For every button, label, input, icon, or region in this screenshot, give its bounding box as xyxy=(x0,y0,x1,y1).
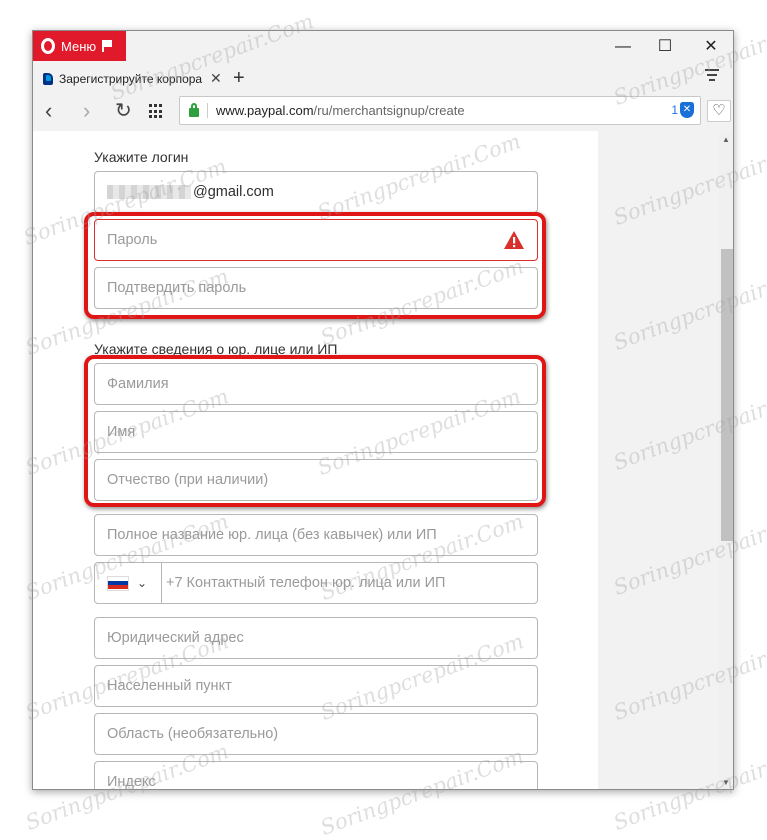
page-content: Укажите логин @gmail.com Пароль Подтверд… xyxy=(33,131,719,789)
scroll-down-arrow[interactable]: ▼ xyxy=(722,778,730,787)
name-highlight-frame xyxy=(84,355,546,507)
lock-icon[interactable] xyxy=(189,103,199,117)
scroll-thumb[interactable] xyxy=(721,249,733,541)
tab-menu-icon[interactable] xyxy=(705,69,719,84)
city-field[interactable]: Населенный пункт xyxy=(94,665,538,707)
scrollbar[interactable]: ▲ ▼ xyxy=(719,131,733,789)
login-label: Укажите логин xyxy=(94,149,189,165)
tab-close-icon[interactable]: ✕ xyxy=(210,70,222,87)
tab-paypal[interactable]: Зарегистрируйте корпора ✕ xyxy=(37,65,227,92)
forward-button[interactable]: › xyxy=(83,99,90,123)
chevron-down-icon: ⌄ xyxy=(137,576,148,590)
blocked-count: 1 xyxy=(671,103,678,117)
url-text[interactable]: www.paypal.com/ru/merchantsignup/create xyxy=(207,103,465,118)
navigation-bar: ‹ › ↻ www.paypal.com/ru/merchantsignup/c… xyxy=(33,92,733,131)
email-field[interactable]: @gmail.com xyxy=(94,171,538,213)
menu-label: Меню xyxy=(61,38,97,54)
back-button[interactable]: ‹ xyxy=(45,99,52,123)
postal-code-field[interactable]: Индекс xyxy=(94,761,538,789)
tab-title: Зарегистрируйте корпора xyxy=(59,71,203,86)
ad-block-shield-icon: ✕ xyxy=(680,102,694,118)
ad-block-badge[interactable]: 1 ✕ xyxy=(671,102,694,118)
company-name-field[interactable]: Полное название юр. лица (без кавычек) и… xyxy=(94,514,538,556)
new-tab-button[interactable]: + xyxy=(233,67,245,90)
scroll-up-arrow[interactable]: ▲ xyxy=(722,135,730,144)
close-window-button[interactable]: ✕ xyxy=(701,37,721,57)
flag-icon xyxy=(102,40,113,52)
minimize-button[interactable]: — xyxy=(613,37,633,57)
right-side-panel xyxy=(598,131,719,789)
phone-field[interactable]: ⌄ +7 Контактный телефон юр. лица или ИП xyxy=(94,562,538,604)
tab-bar: Зарегистрируйте корпора ✕ + xyxy=(33,61,733,92)
email-blurred-username xyxy=(107,185,191,199)
maximize-button[interactable]: ☐ xyxy=(655,37,675,57)
reload-button[interactable]: ↻ xyxy=(115,99,132,123)
russia-flag-icon xyxy=(107,575,129,591)
region-field[interactable]: Область (необязательно) xyxy=(94,713,538,755)
browser-window: Меню — ☐ ✕ Зарегистрируйте корпора ✕ + ‹… xyxy=(32,30,734,790)
country-code-select[interactable]: ⌄ xyxy=(95,563,162,603)
speed-dial-grid-icon[interactable] xyxy=(149,104,164,119)
opera-menu-button[interactable]: Меню xyxy=(33,31,126,61)
phone-placeholder: +7 Контактный телефон юр. лица или ИП xyxy=(166,575,446,591)
password-highlight-frame xyxy=(84,212,546,319)
address-bar[interactable]: www.paypal.com/ru/merchantsignup/create … xyxy=(179,96,701,125)
heart-icon[interactable]: ♡ xyxy=(707,100,731,122)
legal-address-field[interactable]: Юридический адрес xyxy=(94,617,538,659)
opera-logo-icon xyxy=(41,38,55,54)
paypal-favicon xyxy=(43,72,53,85)
email-suffix: @gmail.com xyxy=(193,184,274,200)
